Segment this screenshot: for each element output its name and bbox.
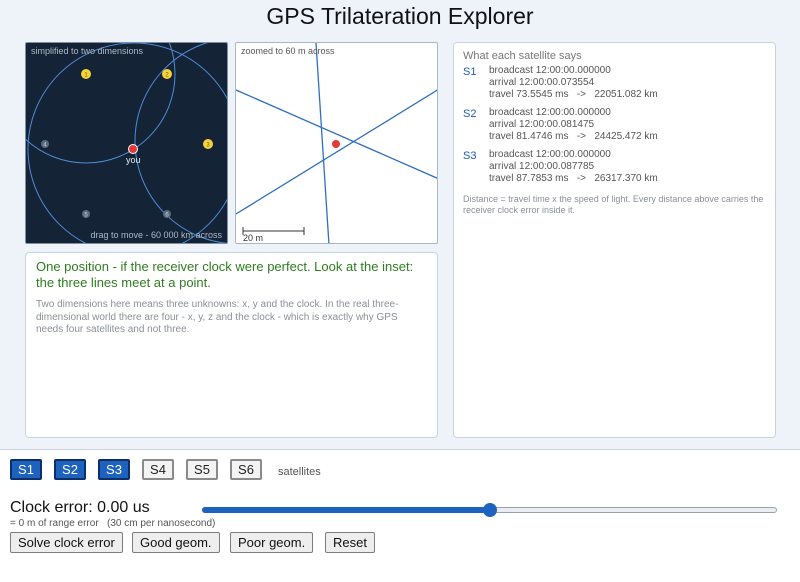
solve-clock-error-button[interactable]: Solve clock error bbox=[10, 532, 123, 553]
satellite-toggle-s6[interactable]: S6 bbox=[230, 459, 262, 480]
explanation-body: Two dimensions here means three unknowns… bbox=[36, 299, 399, 335]
range-circle-s2 bbox=[27, 43, 227, 243]
receiver-label: you bbox=[126, 155, 141, 165]
scale-label: 20 m bbox=[243, 233, 263, 243]
page-title: GPS Trilateration Explorer bbox=[266, 3, 534, 29]
clock-error-slider[interactable] bbox=[202, 503, 777, 517]
satellite-toggle-s2[interactable]: S2 bbox=[54, 459, 86, 480]
range-line-s1 bbox=[315, 43, 330, 243]
reset-button[interactable]: Reset bbox=[325, 532, 375, 553]
explanation-panel: One position - if the receiver clock wer… bbox=[25, 252, 438, 438]
satellite-id: S1 bbox=[463, 66, 477, 78]
explanation-headline: One position - if the receiver clock wer… bbox=[36, 259, 414, 290]
satellite-message-s3: S3 broadcast 12:00:00.000000 arrival 12:… bbox=[463, 149, 766, 185]
arrival-time: arrival 12:00:00.087785 bbox=[489, 161, 595, 172]
poor-geometry-button[interactable]: Poor geom. bbox=[230, 532, 314, 553]
inset-title: zoomed to 60 m across bbox=[241, 46, 335, 56]
broadcast-time: broadcast 12:00:00.000000 bbox=[489, 107, 611, 118]
good-geometry-button[interactable]: Good geom. bbox=[132, 532, 220, 553]
map-title: simplified to two dimensions bbox=[31, 46, 144, 56]
travel-distance: travel 81.4746 ms -> 24425.472 km bbox=[489, 131, 658, 142]
range-circle-s3 bbox=[134, 43, 227, 243]
zoom-inset: 20 m zoomed to 60 m across bbox=[235, 42, 438, 244]
satellite-toggle-s5[interactable]: S5 bbox=[186, 459, 218, 480]
travel-distance: travel 87.7853 ms -> 26317.370 km bbox=[489, 173, 658, 184]
satellite-id: S2 bbox=[463, 108, 477, 120]
broadcast-time: broadcast 12:00:00.000000 bbox=[489, 65, 611, 76]
slider-thumb[interactable] bbox=[482, 503, 497, 517]
broadcast-time: broadcast 12:00:00.000000 bbox=[489, 149, 611, 160]
range-error-readout: = 0 m of range error (30 cm per nanoseco… bbox=[10, 518, 216, 529]
arrival-time: arrival 12:00:00.081475 bbox=[489, 119, 595, 130]
satellite-toggle-s4[interactable]: S4 bbox=[142, 459, 174, 480]
satellite-toggle-s3[interactable]: S3 bbox=[98, 459, 130, 480]
satellite-message-s2: S2 broadcast 12:00:00.000000 arrival 12:… bbox=[463, 107, 766, 143]
slider-fill bbox=[202, 507, 490, 513]
receiver-marker bbox=[128, 144, 138, 154]
satellite-map[interactable]: 123456 you simplified to two dimensions … bbox=[25, 42, 228, 244]
distance-note: Distance = travel time x the speed of li… bbox=[463, 194, 764, 215]
arrival-time: arrival 12:00:00.073554 bbox=[489, 77, 595, 88]
satellite-message-s1: S1 broadcast 12:00:00.000000 arrival 12:… bbox=[463, 65, 766, 101]
inset-receiver-marker bbox=[332, 140, 340, 148]
travel-distance: travel 73.5545 ms -> 22051.082 km bbox=[489, 89, 658, 100]
map-canvas[interactable]: 1 2345 6 you bbox=[26, 43, 228, 244]
range-line-s3 bbox=[236, 89, 437, 215]
satellites-label: satellites bbox=[278, 466, 321, 478]
range-line-s2 bbox=[236, 89, 437, 179]
inset-canvas: 20 m bbox=[236, 43, 437, 243]
control-bar: S1 S2 S3 S4 S5 S6 satellites Clock error… bbox=[0, 449, 800, 582]
clock-error-readout: Clock error: 0.00 us bbox=[10, 499, 150, 516]
map-footer: drag to move - 60 000 km across bbox=[90, 230, 222, 240]
satellite-id: S3 bbox=[463, 150, 477, 162]
satellite-messages-panel: What each satellite says S1 broadcast 12… bbox=[453, 42, 776, 438]
satellite-messages-title: What each satellite says bbox=[463, 50, 582, 62]
satellite-toggle-s1[interactable]: S1 bbox=[10, 459, 42, 480]
